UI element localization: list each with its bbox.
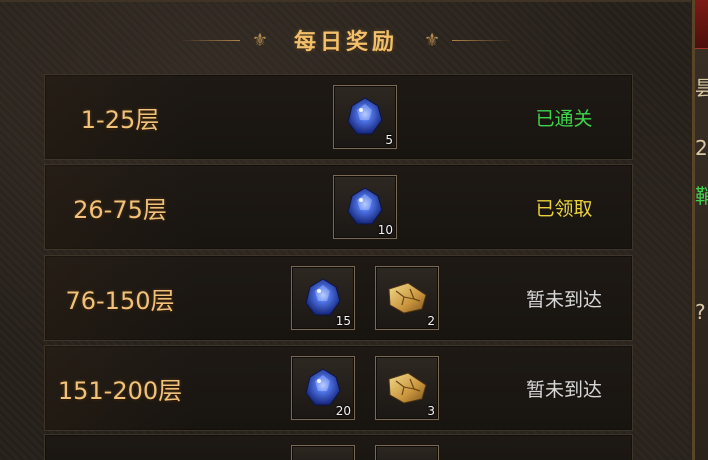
- floor-range-label: 26-75层: [45, 165, 195, 249]
- gold-scroll-icon: [388, 372, 427, 404]
- swirl-ornament-icon: ⚜: [251, 29, 268, 51]
- status-label: 已通关: [535, 107, 593, 130]
- reward-row: 1-25层 5 已通关: [44, 74, 633, 160]
- reward-item-slot[interactable]: 15: [291, 266, 355, 330]
- panel-header: ⚜ 每日奖励 ⚜: [0, 18, 692, 62]
- gold-scroll-icon: [388, 282, 427, 314]
- panel-title: 每日奖励: [293, 29, 398, 55]
- side-red-tab[interactable]: [695, 0, 708, 49]
- side-text-fragment: 昙: [695, 76, 708, 100]
- reward-item-slot[interactable]: 10: [333, 175, 397, 239]
- side-text-fragment: ?: [695, 300, 706, 324]
- swirl-ornament-icon: ⚜: [424, 29, 441, 51]
- header-ornament-line-right: [452, 39, 513, 41]
- item-count: 15: [335, 314, 351, 328]
- item-count: 10: [377, 223, 393, 237]
- side-text-fragment: 2: [695, 136, 708, 160]
- side-panel-edge: 昙 2 鞘 ?: [695, 0, 708, 460]
- blue-gem-icon: [347, 97, 383, 135]
- reward-item-slot[interactable]: 2: [375, 266, 439, 330]
- reward-row: 76-150层 15 2 暂未到达: [44, 255, 633, 341]
- reward-row: 151-200层 20 3 暂未到达: [44, 345, 633, 431]
- reward-item-slot[interactable]: [375, 445, 439, 460]
- reward-item-slot[interactable]: 3: [375, 356, 439, 420]
- item-count: 20: [335, 404, 351, 418]
- status-label: 暂未到达: [525, 378, 602, 401]
- floor-range-label: 76-150层: [45, 256, 195, 340]
- reward-item-slot[interactable]: 20: [291, 356, 355, 420]
- item-count: 5: [385, 133, 393, 147]
- item-count: 3: [427, 404, 435, 418]
- item-count: 2: [427, 314, 435, 328]
- status-label: 暂未到达: [525, 288, 602, 311]
- reward-row: 26-75层 10 已领取: [44, 164, 633, 250]
- game-window: ⚜ 每日奖励 ⚜ 1-25层 5 已通关 26-75层 10 已领取 76-15…: [0, 0, 708, 460]
- reward-row-partial: [44, 434, 633, 460]
- floor-range-label: 151-200层: [45, 346, 195, 430]
- floor-range-label: 1-25层: [45, 75, 195, 159]
- daily-reward-panel: ⚜ 每日奖励 ⚜ 1-25层 5 已通关 26-75层 10 已领取 76-15…: [0, 0, 695, 460]
- reward-item-slot[interactable]: [291, 445, 355, 460]
- side-text-fragment: 鞘: [695, 184, 708, 208]
- status-label: 已领取: [535, 197, 593, 220]
- reward-item-slot[interactable]: 5: [333, 85, 397, 149]
- header-ornament-line-left: [179, 39, 240, 41]
